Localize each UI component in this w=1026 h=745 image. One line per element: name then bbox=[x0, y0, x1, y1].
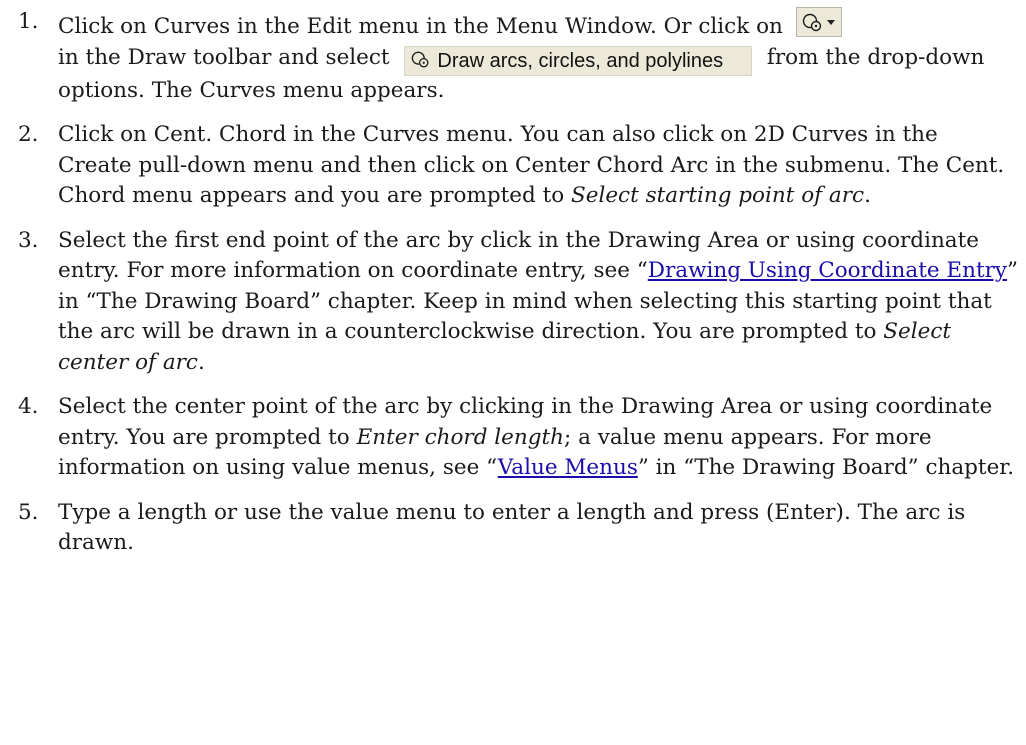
chevron-down-icon bbox=[826, 20, 835, 25]
step-text: Click on Curves in the Edit menu in the … bbox=[58, 7, 1018, 106]
prompt-text: Select starting point of arc bbox=[571, 183, 865, 208]
step-text: Type a length or use the value menu to e… bbox=[58, 498, 1018, 559]
step-3: 3. Select the first end point of the arc… bbox=[0, 226, 1018, 379]
step-4: 4. Select the center point of the arc by… bbox=[0, 392, 1018, 484]
step-1-text-b: in the Draw toolbar and select bbox=[58, 44, 390, 70]
value-menus-link[interactable]: Value Menus bbox=[498, 455, 638, 480]
arc-circle-icon bbox=[802, 13, 821, 32]
step-number: 2. bbox=[18, 122, 39, 147]
step-1-text-a: Click on Curves in the Edit menu in the … bbox=[58, 14, 783, 39]
step-2: 2. Click on Cent. Chord in the Curves me… bbox=[0, 120, 1018, 212]
step-number: 1. bbox=[18, 9, 39, 34]
draw-arcs-circles-polylines-option[interactable]: Draw arcs, circles, and polylines bbox=[404, 45, 753, 76]
step-number: 5. bbox=[18, 499, 39, 525]
step-5: 5. Type a length or use the value menu t… bbox=[0, 498, 1018, 559]
step-5-text-a: Type a length or use the value menu to e… bbox=[58, 499, 966, 556]
step-text: Select the first end point of the arc by… bbox=[58, 226, 1018, 379]
step-number: 4. bbox=[18, 394, 39, 419]
step-4-text-c: ” in “The Drawing Board” chapter. bbox=[637, 455, 1015, 480]
step-text: Select the center point of the arc by cl… bbox=[58, 392, 1018, 484]
instruction-steps: 1. Click on Curves in the Edit menu in t… bbox=[0, 0, 1026, 573]
step-number: 3. bbox=[18, 227, 39, 253]
draw-toolbar-arc-dropdown-button[interactable] bbox=[795, 7, 842, 37]
arc-circle-icon bbox=[412, 51, 429, 67]
option-label: Draw arcs, circles, and polylines bbox=[437, 49, 724, 72]
step-text: Click on Cent. Chord in the Curves menu.… bbox=[58, 120, 1018, 212]
prompt-text: Enter chord length bbox=[356, 424, 564, 450]
step-1: 1. Click on Curves in the Edit menu in t… bbox=[0, 7, 1018, 106]
step-2-text-b: . bbox=[864, 183, 871, 208]
step-3-text-c: . bbox=[197, 349, 205, 375]
drawing-using-coordinate-entry-link[interactable]: Drawing Using Coordinate Entry bbox=[648, 258, 1007, 283]
